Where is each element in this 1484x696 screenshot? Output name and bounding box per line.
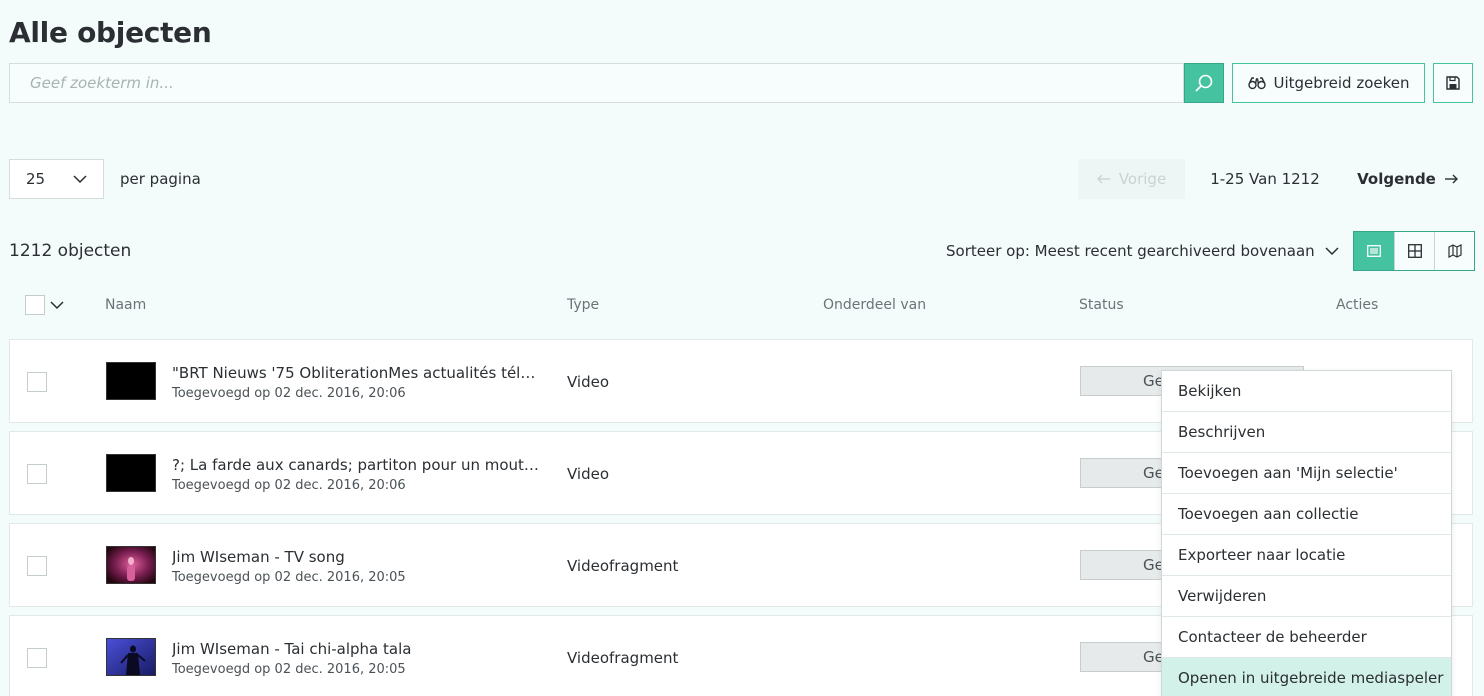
select-all-checkbox[interactable] [25, 295, 45, 315]
menu-item-delete[interactable]: Verwijderen [1162, 576, 1451, 617]
sort-dropdown[interactable]: Sorteer op: Meest recent gearchiveerd bo… [946, 242, 1339, 260]
next-page-label: Volgende [1357, 170, 1436, 188]
object-type: Video [567, 465, 610, 483]
search-icon [1195, 74, 1213, 92]
thumbnail[interactable] [106, 454, 156, 492]
chevron-down-icon [73, 175, 87, 183]
map-view-button[interactable] [1434, 232, 1474, 270]
object-type: Video [567, 373, 610, 391]
row-checkbox[interactable] [27, 556, 47, 576]
column-header-part-of[interactable]: Onderdeel van [823, 297, 926, 313]
grid-view-button[interactable] [1394, 232, 1434, 270]
view-toggle [1353, 231, 1475, 271]
list-view-button[interactable] [1354, 232, 1394, 270]
object-name[interactable]: ?; La farde aux canards; partiton pour u… [172, 456, 542, 474]
arrow-left-icon [1096, 174, 1110, 184]
previous-page-label: Vorige [1118, 170, 1167, 188]
object-count: 1212 objecten [9, 241, 132, 261]
search-box [9, 63, 1184, 103]
binoculars-icon [1247, 77, 1266, 90]
menu-item-view[interactable]: Bekijken [1162, 371, 1451, 412]
added-date: Toegevoegd op 02 dec. 2016, 20:05 [172, 662, 406, 677]
chevron-down-icon[interactable] [50, 298, 64, 312]
column-header-type[interactable]: Type [567, 297, 599, 313]
object-name[interactable]: Jim WIseman - TV song [172, 548, 542, 566]
previous-page-button[interactable]: Vorige [1078, 159, 1185, 199]
arrow-right-icon [1444, 174, 1458, 184]
page-title: Alle objecten [9, 16, 212, 49]
next-page-button[interactable]: Volgende [1350, 159, 1465, 199]
object-name[interactable]: Jim WIseman - Tai chi-alpha tala [172, 640, 542, 658]
thumbnail[interactable] [106, 546, 156, 584]
column-header-name[interactable]: Naam [105, 297, 146, 313]
object-type: Videofragment [567, 649, 679, 667]
per-page-label: per pagina [120, 170, 201, 188]
search-input[interactable] [10, 64, 1183, 102]
menu-item-add-to-collection[interactable]: Toevoegen aan collectie [1162, 494, 1451, 535]
advanced-search-label: Uitgebreid zoeken [1273, 74, 1410, 92]
advanced-search-button[interactable]: Uitgebreid zoeken [1232, 63, 1425, 103]
search-button[interactable] [1184, 63, 1224, 103]
sort-label: Sorteer op: Meest recent gearchiveerd bo… [946, 242, 1315, 260]
chevron-down-icon [1325, 247, 1339, 255]
per-page-value: 25 [26, 170, 46, 188]
save-search-button[interactable] [1433, 63, 1473, 103]
added-date: Toegevoegd op 02 dec. 2016, 20:05 [172, 570, 406, 585]
grid-icon [1407, 244, 1422, 258]
row-checkbox[interactable] [27, 464, 47, 484]
menu-item-describe[interactable]: Beschrijven [1162, 412, 1451, 453]
menu-item-open-media-player[interactable]: Openen in uitgebreide mediaspeler [1162, 658, 1451, 696]
object-name[interactable]: "BRT Nieuws '75 ObliterationMes actualit… [172, 364, 542, 382]
column-header-status[interactable]: Status [1079, 297, 1124, 313]
row-checkbox[interactable] [27, 648, 47, 668]
floppy-disk-icon [1446, 76, 1460, 90]
added-date: Toegevoegd op 02 dec. 2016, 20:06 [172, 386, 406, 401]
added-date: Toegevoegd op 02 dec. 2016, 20:06 [172, 478, 406, 493]
page-range: 1-25 Van 1212 [1210, 170, 1320, 188]
actions-context-menu: Bekijken Beschrijven Toevoegen aan 'Mijn… [1161, 370, 1452, 696]
list-icon [1367, 245, 1381, 257]
column-header-actions: Acties [1336, 297, 1379, 313]
row-checkbox[interactable] [27, 372, 47, 392]
menu-item-contact-admin[interactable]: Contacteer de beheerder [1162, 617, 1451, 658]
thumbnail[interactable] [106, 638, 156, 676]
per-page-select[interactable]: 25 [9, 159, 104, 199]
menu-item-export[interactable]: Exporteer naar locatie [1162, 535, 1451, 576]
menu-item-add-to-selection[interactable]: Toevoegen aan 'Mijn selectie' [1162, 453, 1451, 494]
object-type: Videofragment [567, 557, 679, 575]
thumbnail[interactable] [106, 362, 156, 400]
map-icon [1447, 244, 1462, 258]
